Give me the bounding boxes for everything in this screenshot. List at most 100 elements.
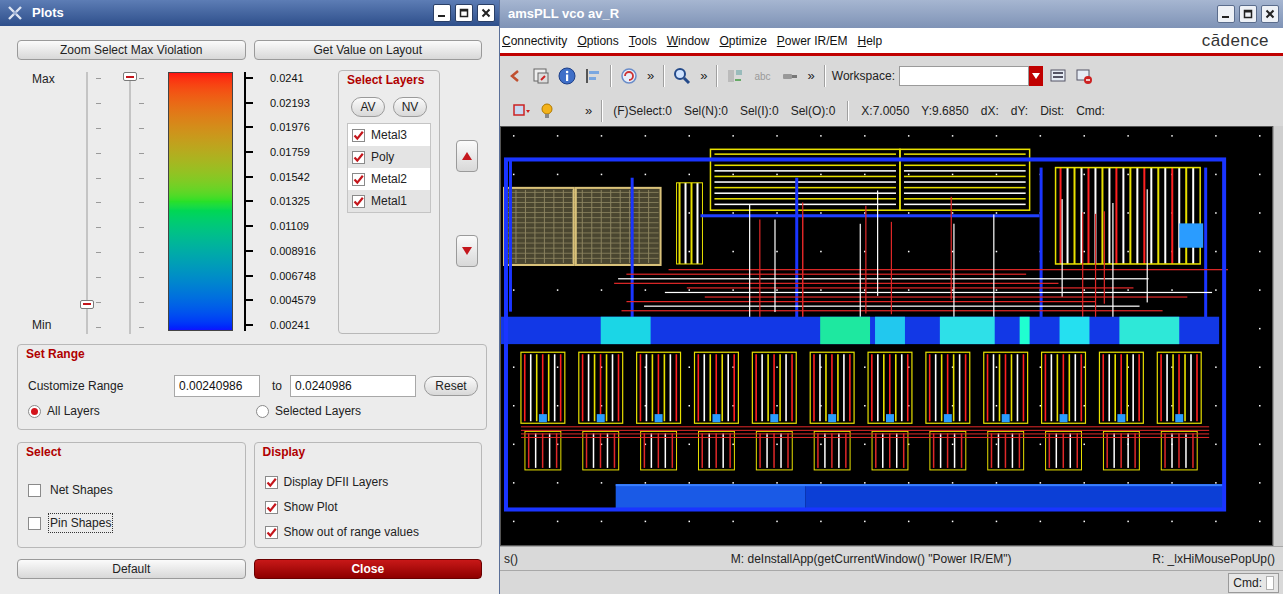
close-icon[interactable] bbox=[477, 4, 495, 22]
checkbox[interactable] bbox=[28, 484, 41, 497]
plot-action-button[interactable]: Zoom Select Max Violation bbox=[17, 40, 246, 60]
dialog-button[interactable]: Close bbox=[254, 559, 483, 579]
checkbox[interactable] bbox=[28, 517, 41, 530]
dropdown-arrow-icon[interactable] bbox=[1029, 66, 1043, 86]
menu-item[interactable]: Optimize bbox=[719, 32, 766, 50]
tick-label: 0.00241 bbox=[270, 319, 310, 331]
tick-label: 0.01542 bbox=[270, 171, 310, 183]
minimize-icon[interactable] bbox=[1217, 5, 1235, 23]
slider-tick bbox=[139, 103, 144, 104]
menu-item[interactable]: Power IR/EM bbox=[777, 32, 848, 50]
range-to-field[interactable] bbox=[290, 375, 416, 397]
menu-item[interactable]: Connectivity bbox=[502, 32, 567, 50]
toolbar-overflow[interactable]: » bbox=[644, 66, 657, 86]
layer-toggle-button[interactable]: AV bbox=[351, 97, 385, 117]
layout-drawing[interactable] bbox=[501, 127, 1272, 545]
radio-button[interactable] bbox=[28, 405, 41, 418]
select-option[interactable]: Pin Shapes bbox=[28, 516, 245, 530]
layer-item[interactable]: Metal3 bbox=[348, 124, 430, 146]
layout-canvas-area bbox=[500, 126, 1283, 546]
menu-item[interactable]: Help bbox=[858, 32, 883, 50]
slider-handle[interactable] bbox=[123, 72, 137, 81]
select-option[interactable]: Net Shapes bbox=[28, 483, 245, 497]
refresh-icon[interactable] bbox=[618, 65, 640, 87]
zoom-icon[interactable] bbox=[671, 65, 693, 87]
toolbar-separator bbox=[601, 100, 603, 122]
plug-icon[interactable] bbox=[779, 65, 801, 87]
align-icon[interactable] bbox=[582, 65, 604, 87]
layer-item[interactable]: Poly bbox=[348, 146, 430, 168]
layer-label: Poly bbox=[371, 148, 394, 166]
slider-handle[interactable] bbox=[80, 300, 94, 309]
scope-option[interactable]: Selected Layers bbox=[256, 402, 361, 420]
tick-label: 0.01759 bbox=[270, 146, 310, 158]
info-icon[interactable] bbox=[556, 65, 578, 87]
reset-button[interactable]: Reset bbox=[424, 376, 478, 396]
toolbar-overflow[interactable]: » bbox=[697, 66, 710, 86]
range-slider[interactable] bbox=[80, 72, 104, 334]
slider-tick bbox=[139, 277, 144, 278]
scope-option[interactable]: All Layers bbox=[18, 402, 256, 420]
move-up-icon[interactable] bbox=[456, 140, 478, 172]
toolbar-stamp[interactable]: abc bbox=[750, 69, 774, 84]
close-icon[interactable] bbox=[1261, 5, 1279, 23]
layer-item[interactable]: Metal1 bbox=[348, 190, 430, 212]
menu-item[interactable]: Tools bbox=[629, 32, 657, 50]
command-input[interactable] bbox=[1266, 576, 1274, 590]
back-arrow-icon[interactable] bbox=[504, 65, 526, 87]
workspace-dropdown[interactable] bbox=[899, 66, 1043, 86]
menu-item[interactable]: Options bbox=[577, 32, 618, 50]
set-range-group: Set RangeCustomize RangetoResetAll Layer… bbox=[17, 344, 487, 430]
edit-icon[interactable] bbox=[724, 65, 746, 87]
group-title: Select bbox=[18, 443, 245, 461]
layout-window-controls bbox=[1217, 5, 1283, 23]
move-down-icon[interactable] bbox=[456, 235, 478, 267]
workspace-save-icon[interactable] bbox=[1047, 65, 1069, 87]
maximize-icon[interactable] bbox=[455, 4, 473, 22]
plots-window-controls bbox=[433, 4, 499, 22]
selection-mode-icon[interactable] bbox=[510, 100, 532, 122]
checkbox[interactable] bbox=[265, 476, 278, 489]
layer-toggle-button[interactable]: NV bbox=[393, 97, 427, 117]
toolbar-overflow[interactable]: » bbox=[582, 101, 595, 121]
slider-tick bbox=[96, 302, 101, 303]
option-label: Show out of range values bbox=[284, 523, 419, 541]
minimize-icon[interactable] bbox=[433, 4, 451, 22]
lightbulb-icon[interactable] bbox=[536, 100, 558, 122]
toolbar-overflow[interactable]: » bbox=[805, 66, 818, 86]
display-option[interactable]: Display DFII Layers bbox=[265, 475, 482, 489]
workspace-field[interactable] bbox=[899, 66, 1029, 86]
plot-action-button[interactable]: Get Value on Layout bbox=[254, 40, 483, 60]
checkbox[interactable] bbox=[265, 526, 278, 539]
toolbar-separator bbox=[824, 65, 826, 87]
checkbox[interactable] bbox=[352, 151, 365, 164]
layout-canvas[interactable] bbox=[500, 126, 1273, 546]
tick-mark bbox=[246, 225, 253, 227]
checkbox[interactable] bbox=[352, 173, 365, 186]
checkbox[interactable] bbox=[265, 501, 278, 514]
checkbox[interactable] bbox=[352, 195, 365, 208]
slider-tick bbox=[96, 252, 101, 253]
display-option[interactable]: Show out of range values bbox=[265, 525, 482, 539]
display-option[interactable]: Show Plot bbox=[265, 500, 482, 514]
dialog-button[interactable]: Default bbox=[17, 559, 246, 579]
mouse-left: s() bbox=[504, 550, 614, 568]
checkbox[interactable] bbox=[352, 129, 365, 142]
menu-item[interactable]: Window bbox=[667, 32, 710, 50]
slider-ticks bbox=[139, 78, 144, 328]
repeat-icon[interactable] bbox=[530, 65, 552, 87]
layer-item[interactable]: Metal2 bbox=[348, 168, 430, 190]
toolbar-separator bbox=[663, 65, 665, 87]
maximize-icon[interactable] bbox=[1239, 5, 1257, 23]
scroll-strip[interactable] bbox=[1273, 126, 1283, 546]
status-field: Dist: bbox=[1040, 102, 1064, 120]
radio-button[interactable] bbox=[256, 405, 269, 418]
option-label: Show Plot bbox=[284, 498, 338, 516]
tick-label: 0.006748 bbox=[270, 270, 316, 282]
slider-tick bbox=[96, 178, 101, 179]
command-field[interactable]: Cmd: bbox=[1228, 573, 1279, 593]
range-from-field[interactable] bbox=[174, 375, 260, 397]
tick-label: 0.004579 bbox=[270, 294, 316, 306]
range-slider[interactable] bbox=[123, 72, 147, 334]
workspace-delete-icon[interactable] bbox=[1073, 65, 1095, 87]
